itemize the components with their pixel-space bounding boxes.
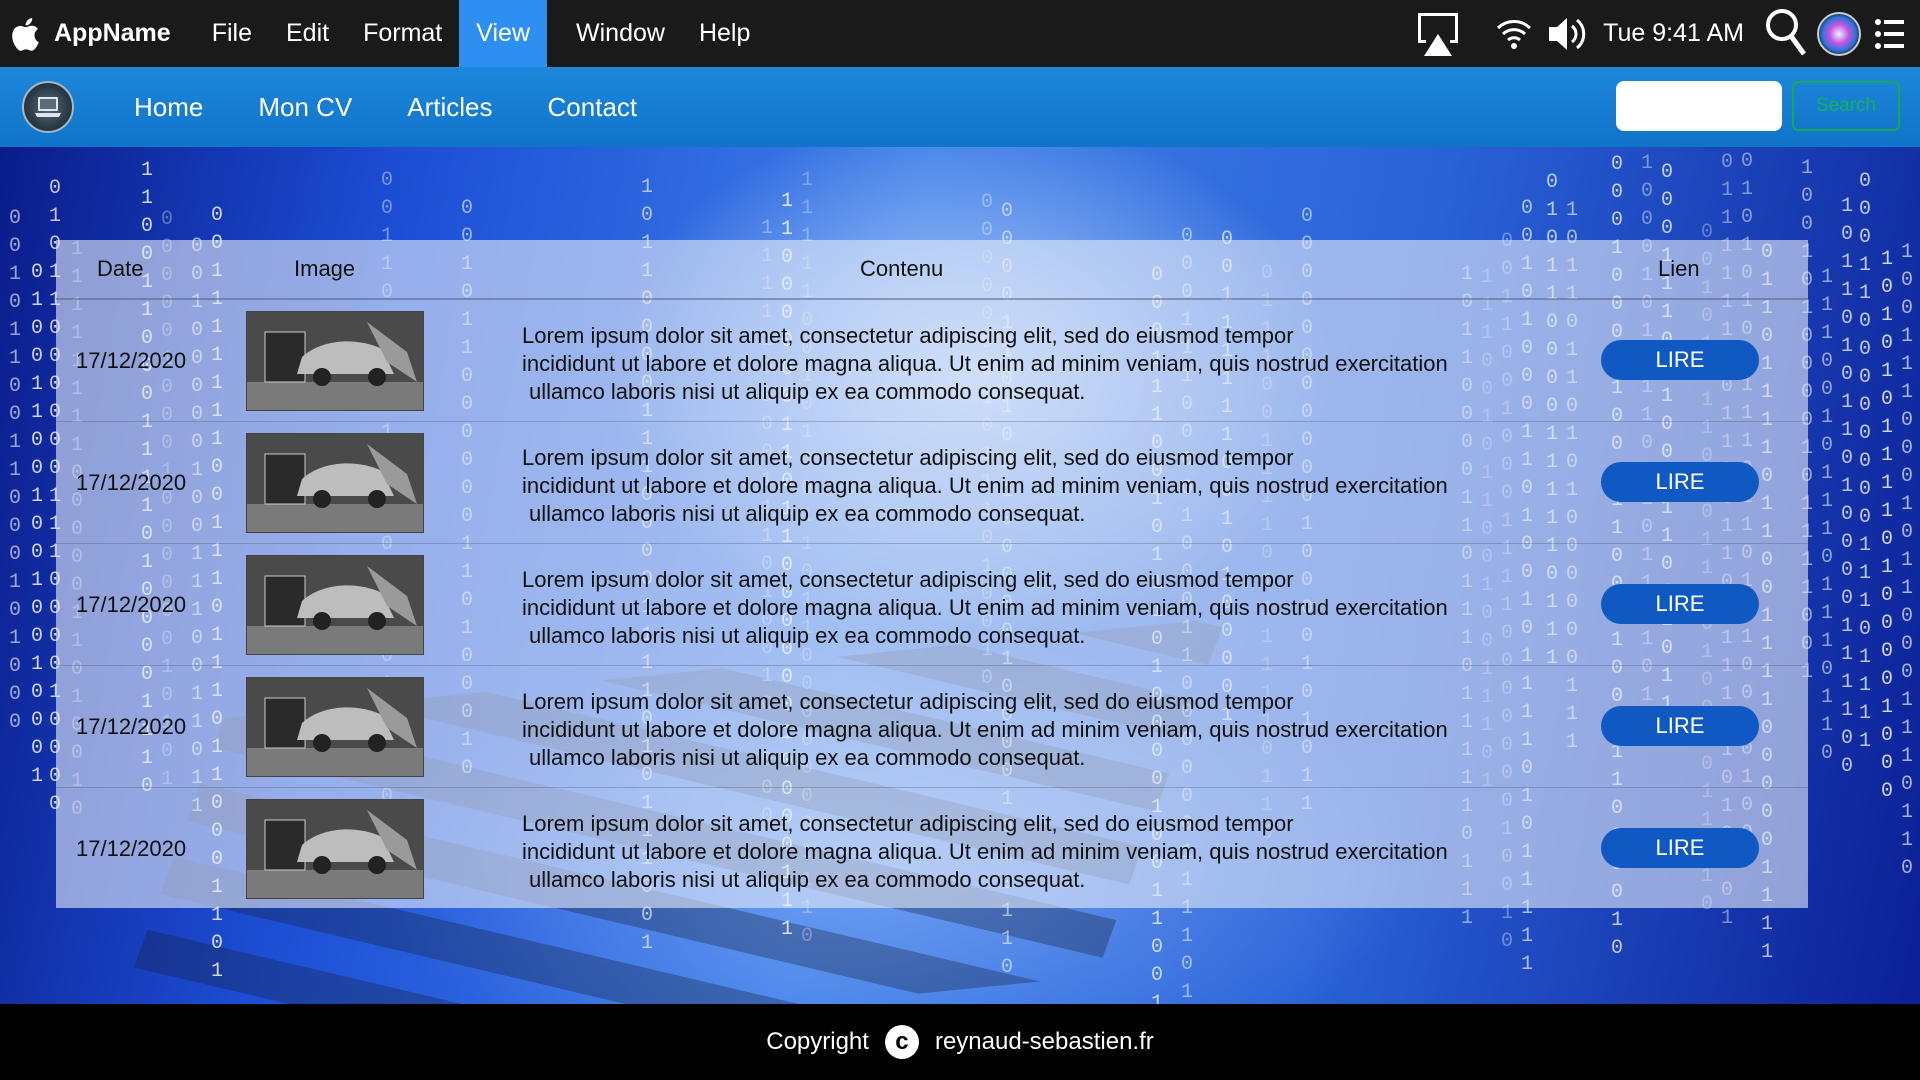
articles-table: Date Image Contenu Lien 17/12/2020 Lorem… — [56, 240, 1808, 908]
binary-column: 111001011101110110 — [1820, 266, 1833, 765]
row-content-line: ullamco laboris nisi ut aliquip ex ea co… — [529, 867, 1086, 892]
row-thumbnail-image — [246, 555, 424, 655]
apple-icon[interactable] — [10, 16, 40, 52]
copyright-text: Copyright — [766, 1028, 869, 1055]
row-content-line: Lorem ipsum dolor sit amet, consectetur … — [522, 811, 1294, 836]
search-button[interactable]: Search — [1792, 81, 1900, 131]
menu-file[interactable]: File — [195, 0, 269, 67]
search-input[interactable] — [1616, 81, 1782, 131]
row-content: Lorem ipsum dolor sit amet, consectetur … — [522, 566, 1542, 650]
lire-button[interactable]: LIRE — [1601, 340, 1759, 380]
site-navbar: Home Mon CV Articles Contact Search — [0, 67, 1920, 147]
binary-column: 10101011110100001000 — [1880, 248, 1893, 803]
spotlight-search-icon[interactable] — [1764, 5, 1808, 63]
airplay-icon[interactable] — [1415, 10, 1461, 58]
row-date: 17/12/2020 — [76, 348, 187, 373]
row-content: Lorem ipsum dolor sit amet, consectetur … — [522, 322, 1542, 406]
app-name[interactable]: AppName — [54, 19, 171, 48]
table-row: 17/12/2020 Lorem ipsum dolor sit amet, c… — [56, 666, 1808, 788]
row-content-line: Lorem ipsum dolor sit amet, consectetur … — [522, 567, 1294, 592]
header-image: Image — [294, 256, 356, 281]
header-date: Date — [97, 256, 144, 281]
footer: Copyright c reynaud-sebastien.fr — [0, 1004, 1920, 1080]
row-thumbnail-image — [246, 799, 424, 899]
binary-column: 101101011010000111100 — [1840, 195, 1853, 778]
lire-button[interactable]: LIRE — [1601, 706, 1759, 746]
wifi-icon[interactable] — [1495, 14, 1533, 54]
row-content-line: Lorem ipsum dolor sit amet, consectetur … — [522, 689, 1294, 714]
binary-column: 10011100010110001110110 — [1900, 241, 1913, 880]
binary-column: 0100110010010010001 — [30, 261, 43, 788]
nav-home[interactable]: Home — [134, 92, 203, 123]
menu-window[interactable]: Window — [559, 0, 682, 67]
row-content-line: incididunt ut labore et dolore magna ali… — [522, 839, 1448, 864]
row-thumbnail-image — [246, 677, 424, 777]
row-date: 17/12/2020 — [76, 470, 187, 495]
row-content-line: Lorem ipsum dolor sit amet, consectetur … — [522, 445, 1294, 470]
laptop-logo-icon[interactable] — [22, 81, 74, 133]
row-thumbnail-image — [246, 311, 424, 411]
row-content-line: incididunt ut labore et dolore magna ali… — [522, 351, 1448, 376]
row-content: Lorem ipsum dolor sit amet, consectetur … — [522, 810, 1542, 894]
table-row: 17/12/2020 Lorem ipsum dolor sit amet, c… — [56, 544, 1808, 666]
lire-button[interactable]: LIRE — [1601, 462, 1759, 502]
menu-status-area: Tue 9:41 AM — [1415, 0, 1920, 67]
menu-edit[interactable]: Edit — [269, 0, 346, 67]
row-content-line: ullamco laboris nisi ut aliquip ex ea co… — [529, 623, 1086, 648]
row-content-line: ullamco laboris nisi ut aliquip ex ea co… — [529, 501, 1086, 526]
row-content: Lorem ipsum dolor sit amet, consectetur … — [522, 688, 1542, 772]
row-content: Lorem ipsum dolor sit amet, consectetur … — [522, 444, 1542, 528]
table-row: 17/12/2020 Lorem ipsum dolor sit amet, c… — [56, 300, 1808, 422]
lire-button[interactable]: LIRE — [1601, 828, 1759, 868]
binary-column: 0010110011000101000 — [8, 207, 21, 734]
control-center-icon[interactable] — [1874, 14, 1906, 54]
clock[interactable]: Tue 9:41 AM — [1603, 19, 1744, 48]
row-date: 17/12/2020 — [76, 836, 187, 861]
menu-format[interactable]: Format — [346, 0, 459, 67]
copyright-icon: c — [884, 1025, 919, 1059]
menu-bar: AppName File Edit Format View Window Hel… — [0, 0, 1920, 67]
nav-mon-cv[interactable]: Mon CV — [258, 92, 352, 123]
header-link: Lien — [1658, 256, 1700, 281]
row-thumbnail-image — [246, 433, 424, 533]
row-content-line: ullamco laboris nisi ut aliquip ex ea co… — [529, 379, 1086, 404]
volume-icon[interactable] — [1545, 11, 1587, 57]
row-date: 17/12/2020 — [76, 714, 187, 739]
row-content-line: incididunt ut labore et dolore magna ali… — [522, 473, 1448, 498]
row-content-line: incididunt ut labore et dolore magna ali… — [522, 717, 1448, 742]
binary-column: 000110000000011101111 — [1858, 170, 1871, 753]
site-link[interactable]: reynaud-sebastien.fr — [935, 1028, 1154, 1056]
siri-icon[interactable] — [1816, 6, 1862, 62]
table-header: Date Image Contenu Lien — [56, 240, 1808, 300]
lire-button[interactable]: LIRE — [1601, 584, 1759, 624]
nav-articles[interactable]: Articles — [407, 92, 492, 123]
row-content-line: Lorem ipsum dolor sit amet, consectetur … — [522, 323, 1294, 348]
table-row: 17/12/2020 Lorem ipsum dolor sit amet, c… — [56, 788, 1808, 909]
nav-contact[interactable]: Contact — [548, 92, 638, 123]
main-content: 0010110011000101000 0100110010010010001 01… — [0, 147, 1920, 1004]
menu-help[interactable]: Help — [682, 0, 767, 67]
row-date: 17/12/2020 — [76, 592, 187, 617]
row-content-line: incididunt ut labore et dolore magna ali… — [522, 595, 1448, 620]
table-row: 17/12/2020 Lorem ipsum dolor sit amet, c… — [56, 422, 1808, 544]
row-content-line: ullamco laboris nisi ut aliquip ex ea co… — [529, 745, 1086, 770]
header-content: Contenu — [860, 256, 944, 281]
menu-view[interactable]: View — [459, 0, 548, 67]
